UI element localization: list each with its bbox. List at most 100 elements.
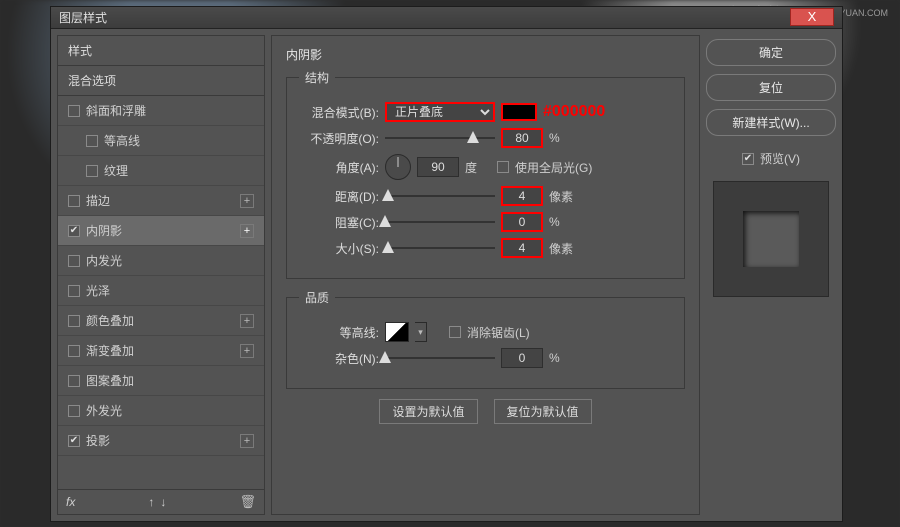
blend-mode-select[interactable]: 正片叠底 [385,102,495,122]
quality-legend: 品质 [299,289,335,306]
sidebar-item-6[interactable]: 光泽 [58,276,264,306]
antialias-label: 消除锯齿(L) [467,324,530,341]
choke-input[interactable] [501,212,543,232]
angle-input[interactable] [417,157,459,177]
choke-unit: % [549,215,560,229]
sidebar-footer: fx ↑ ↓ 🗑 [58,489,264,514]
add-effect-icon[interactable]: + [240,224,254,238]
effect-checkbox[interactable] [68,255,80,267]
move-down-icon[interactable]: ↓ [160,495,166,509]
add-effect-icon[interactable]: + [240,434,254,448]
opacity-input[interactable] [501,128,543,148]
ok-button[interactable]: 确定 [706,39,836,66]
distance-unit: 像素 [549,188,573,205]
trash-icon[interactable]: 🗑 [239,494,256,510]
add-effect-icon[interactable]: + [240,344,254,358]
distance-slider[interactable] [385,189,495,203]
size-slider[interactable] [385,241,495,255]
layer-style-dialog: 图层样式 X 样式 混合选项 斜面和浮雕等高线纹理描边+ 内阴影 + 内发光光泽颜色叠… [50,6,843,522]
effect-checkbox[interactable] [68,285,80,297]
add-effect-icon[interactable]: + [240,314,254,328]
angle-unit: 度 [465,159,477,176]
global-light-label: 使用全局光(G) [515,159,592,176]
effect-label: 投影 [86,432,110,449]
sidebar-item-0[interactable]: 斜面和浮雕 [58,96,264,126]
effect-label: 光泽 [86,282,110,299]
add-effect-icon[interactable]: + [240,194,254,208]
structure-legend: 结构 [299,69,335,86]
panel-title: 内阴影 [286,46,685,63]
sidebar-item-8[interactable]: 渐变叠加+ [58,336,264,366]
opacity-unit: % [549,131,560,145]
settings-panel: 内阴影 结构 混合模式(B): 正片叠底 #000000 不透明度(O): % [271,35,700,515]
close-button[interactable]: X [790,8,834,26]
effect-checkbox[interactable] [68,375,80,387]
effect-checkbox[interactable] [68,345,80,357]
sidebar-item-3[interactable]: 描边+ [58,186,264,216]
effect-checkbox[interactable] [68,225,80,237]
noise-slider[interactable] [385,351,495,365]
fx-menu-icon[interactable]: fx [66,495,75,509]
sidebar-item-7[interactable]: 颜色叠加 + [58,306,264,336]
sidebar-item-4[interactable]: 内阴影 + [58,216,264,246]
contour-label: 等高线: [299,324,379,341]
styles-header[interactable]: 样式 [58,36,264,66]
opacity-label: 不透明度(O): [299,130,379,147]
contour-dropdown-icon[interactable]: ▾ [415,322,427,342]
angle-label: 角度(A): [299,159,379,176]
size-label: 大小(S): [299,240,379,257]
effect-checkbox[interactable] [86,165,98,177]
move-up-icon[interactable]: ↑ [148,495,154,509]
effect-label: 颜色叠加 [86,312,134,329]
set-default-button[interactable]: 设置为默认值 [379,399,477,424]
sidebar-item-10[interactable]: 外发光 [58,396,264,426]
antialias-checkbox[interactable] [449,326,461,338]
effect-label: 外发光 [86,402,122,419]
reset-default-button[interactable]: 复位为默认值 [494,399,592,424]
color-annotation: #000000 [543,103,605,121]
sidebar-item-1[interactable]: 等高线 [58,126,264,156]
noise-input[interactable] [501,348,543,368]
titlebar[interactable]: 图层样式 X [51,7,842,29]
quality-group: 品质 等高线: ▾ 消除锯齿(L) 杂色(N): % [286,289,685,389]
shadow-color-swatch[interactable] [501,103,537,121]
contour-picker[interactable] [385,322,409,342]
effect-label: 内阴影 [86,222,122,239]
styles-sidebar: 样式 混合选项 斜面和浮雕等高线纹理描边+内阴影+内发光光泽颜色叠加+渐变叠加+… [57,35,265,515]
effect-label: 图案叠加 [86,372,134,389]
size-unit: 像素 [549,240,573,257]
sidebar-item-5[interactable]: 内发光 [58,246,264,276]
structure-group: 结构 混合模式(B): 正片叠底 #000000 不透明度(O): % [286,69,685,279]
blend-options-header[interactable]: 混合选项 [58,66,264,96]
angle-dial[interactable] [385,154,411,180]
noise-unit: % [549,351,560,365]
preview-thumbnail [713,181,829,297]
effect-label: 纹理 [104,162,128,179]
opacity-slider[interactable] [385,131,495,145]
sidebar-item-9[interactable]: 图案叠加 [58,366,264,396]
effect-checkbox[interactable] [68,195,80,207]
cancel-button[interactable]: 复位 [706,74,836,101]
window-title: 图层样式 [59,9,107,26]
preview-checkbox[interactable] [742,153,754,165]
effect-checkbox[interactable] [68,315,80,327]
distance-label: 距离(D): [299,188,379,205]
effect-label: 斜面和浮雕 [86,102,146,119]
distance-input[interactable] [501,186,543,206]
global-light-checkbox[interactable] [497,161,509,173]
effect-checkbox[interactable] [68,435,80,447]
preview-inner [743,211,799,267]
effect-checkbox[interactable] [68,105,80,117]
sidebar-item-2[interactable]: 纹理 [58,156,264,186]
action-panel: 确定 复位 新建样式(W)... 预览(V) [706,35,836,515]
new-style-button[interactable]: 新建样式(W)... [706,109,836,136]
choke-slider[interactable] [385,215,495,229]
blend-mode-label: 混合模式(B): [299,104,379,121]
size-input[interactable] [501,238,543,258]
sidebar-item-11[interactable]: 投影 + [58,426,264,456]
effect-checkbox[interactable] [86,135,98,147]
effect-label: 内发光 [86,252,122,269]
choke-label: 阻塞(C): [299,214,379,231]
noise-label: 杂色(N): [299,350,379,367]
effect-checkbox[interactable] [68,405,80,417]
